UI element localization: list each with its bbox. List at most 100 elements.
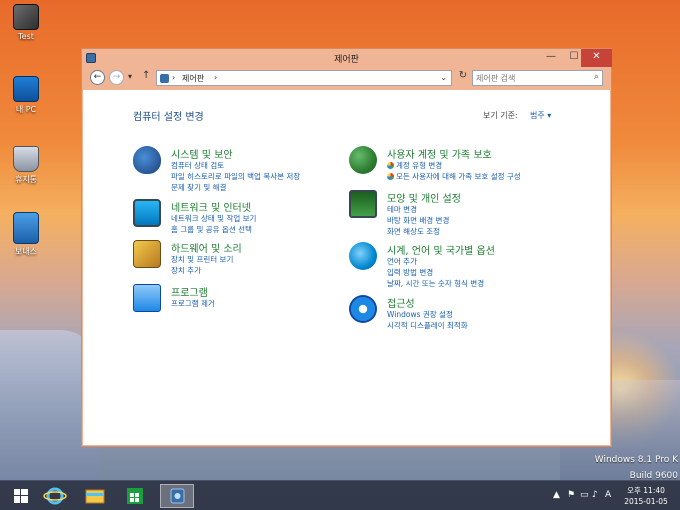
desktop-icon-folder[interactable]: 보내스 (0, 212, 52, 257)
category-link[interactable]: Windows 권장 설정 (387, 309, 453, 320)
category-link[interactable]: 바탕 화면 배경 변경 (387, 215, 449, 226)
category-title[interactable]: 하드웨어 및 소리 (171, 240, 242, 255)
os-watermark-line1: Windows 8.1 Pro K (594, 455, 678, 465)
title-bar[interactable]: 제어판 — ☐ ✕ (82, 49, 612, 67)
folder-icon (13, 212, 39, 244)
category-link[interactable]: 모든 사용자에 대해 가족 보호 설정 구성 (387, 171, 521, 182)
volume-icon[interactable]: ♪ (592, 490, 598, 500)
breadcrumb-control-panel[interactable]: 제어판 (182, 73, 204, 84)
category-link[interactable]: 네트워크 상태 및 작업 보기 (171, 213, 256, 224)
maximize-icon: ☐ (569, 51, 579, 62)
chevron-down-icon: ⌄ (440, 73, 447, 82)
category-title[interactable]: 접근성 (387, 295, 415, 310)
category-link[interactable]: 시각적 디스플레이 최적화 (387, 320, 468, 331)
desktop-icon-label: 보내스 (14, 247, 38, 256)
uac-shield-icon (387, 173, 394, 180)
desktop-icon-recycle-bin[interactable]: 휴지통 (0, 146, 52, 185)
taskbar-control-panel[interactable] (160, 484, 194, 508)
category-link[interactable]: 계정 유형 변경 (387, 160, 442, 171)
category-title[interactable]: 사용자 계정 및 가족 보호 (387, 146, 492, 161)
windows-logo-icon (14, 489, 28, 503)
arrow-right-icon: → (112, 72, 121, 82)
taskbar-clock[interactable]: 오후 11:40 2015-01-05 (616, 485, 676, 507)
arrow-up-icon: ↑ (142, 70, 151, 81)
control-panel-icon (170, 488, 185, 504)
clock-time: 오후 11:40 (627, 486, 665, 495)
desktop-icon-label: 내 PC (15, 105, 37, 114)
window-title: 제어판 (334, 55, 359, 65)
search-icon[interactable]: ⌕ (594, 72, 599, 82)
users-icon[interactable] (349, 146, 377, 174)
category-title[interactable]: 모양 및 개인 설정 (387, 190, 461, 205)
breadcrumb-chevron-icon[interactable]: › (172, 73, 175, 82)
ease-of-access-icon[interactable] (349, 295, 377, 323)
category-link[interactable]: 홈 그룹 및 공유 옵션 선택 (171, 224, 252, 235)
page-title: 컴퓨터 설정 변경 (133, 112, 204, 123)
start-button[interactable] (6, 484, 36, 508)
control-panel-small-icon (160, 74, 169, 83)
content-pane: 컴퓨터 설정 변경 보기 기준: 범주 ▾ 시스템 및 보안 컴퓨터 상태 검토… (83, 90, 610, 445)
program-disc-icon[interactable] (133, 284, 161, 312)
category-link[interactable]: 언어 추가 (387, 256, 417, 267)
taskbar-internet-explorer[interactable] (40, 484, 70, 508)
uac-shield-icon (387, 162, 394, 169)
search-input[interactable] (476, 72, 588, 84)
category-link[interactable]: 장치 및 프린터 보기 (171, 254, 233, 265)
category-title[interactable]: 프로그램 (171, 284, 208, 299)
view-by-dropdown[interactable]: 범주 ▾ (530, 110, 551, 121)
category-link[interactable]: 입력 방법 변경 (387, 267, 433, 278)
control-panel-window: 제어판 — ☐ ✕ ← → ▾ ↑ › 제어판 › ⌄ ↻ ⌕ 컴퓨터 설정 변… (81, 48, 612, 447)
category-link[interactable]: 컴퓨터 상태 검토 (171, 160, 224, 171)
clock-globe-icon[interactable] (349, 242, 377, 270)
address-dropdown-button[interactable]: ⌄ (440, 73, 447, 82)
category-link[interactable]: 문제 찾기 및 해결 (171, 182, 226, 193)
network-icon[interactable]: ▭ (580, 490, 589, 500)
category-link-text: 모든 사용자에 대해 가족 보호 설정 구성 (396, 172, 521, 181)
forward-button[interactable]: → (109, 70, 124, 85)
back-button[interactable]: ← (90, 70, 105, 85)
category-link[interactable]: 파일 히스토리로 파일의 백업 복사본 저장 (171, 171, 300, 182)
category-title[interactable]: 시계, 언어 및 국가별 옵션 (387, 242, 495, 257)
recent-locations-button[interactable]: ▾ (128, 72, 132, 81)
view-by-label: 보기 기준: (483, 111, 518, 120)
category-link-text: 계정 유형 변경 (396, 161, 443, 170)
category-link[interactable]: 프로그램 제거 (171, 298, 215, 309)
breadcrumb-chevron-icon[interactable]: › (214, 73, 217, 82)
address-bar[interactable]: › 제어판 › ⌄ (156, 70, 452, 86)
internet-explorer-icon (43, 487, 67, 505)
printer-speaker-icon[interactable] (133, 240, 161, 268)
taskbar-store[interactable] (120, 484, 150, 508)
store-icon (127, 488, 143, 504)
desktop-icon-this-pc[interactable]: 내 PC (0, 76, 52, 115)
arrow-left-icon: ← (93, 72, 102, 82)
action-center-flag-icon[interactable]: ⚑ (567, 490, 575, 500)
desktop-icon-label: 휴지통 (14, 175, 38, 184)
navigation-bar: ← → ▾ ↑ › 제어판 › ⌄ ↻ ⌕ (82, 67, 611, 89)
shield-icon[interactable] (133, 146, 161, 174)
clock-date: 2015-01-05 (624, 497, 668, 506)
refresh-button[interactable]: ↻ (456, 70, 470, 86)
recycle-bin-icon (13, 146, 39, 172)
category-link[interactable]: 화면 해상도 조정 (387, 226, 440, 237)
user-folder-icon (13, 4, 39, 30)
desktop-icon-test[interactable]: Test (0, 4, 52, 41)
show-hidden-icons-icon[interactable]: ▲ (553, 490, 560, 500)
category-link[interactable]: 장치 추가 (171, 265, 201, 276)
monitor-icon[interactable] (349, 190, 377, 218)
minimize-icon: — (546, 51, 556, 62)
close-button[interactable]: ✕ (581, 49, 612, 67)
minimize-button[interactable]: — (539, 49, 563, 67)
up-button[interactable]: ↑ (142, 70, 150, 81)
taskbar-file-explorer[interactable] (80, 484, 110, 508)
search-box[interactable]: ⌕ (472, 70, 603, 86)
category-link[interactable]: 테마 변경 (387, 204, 417, 215)
category-link[interactable]: 날짜, 시간 또는 숫자 형식 변경 (387, 278, 484, 289)
desktop-icon-label: Test (18, 32, 34, 41)
computer-icon (13, 76, 39, 102)
category-title[interactable]: 시스템 및 보안 (171, 146, 233, 161)
taskbar: ▲ ⚑ ▭ ♪ A (0, 480, 680, 510)
input-method-indicator[interactable]: A (605, 490, 611, 500)
refresh-icon: ↻ (458, 70, 468, 81)
network-globe-icon[interactable] (133, 199, 161, 227)
category-title[interactable]: 네트워크 및 인터넷 (171, 199, 251, 214)
